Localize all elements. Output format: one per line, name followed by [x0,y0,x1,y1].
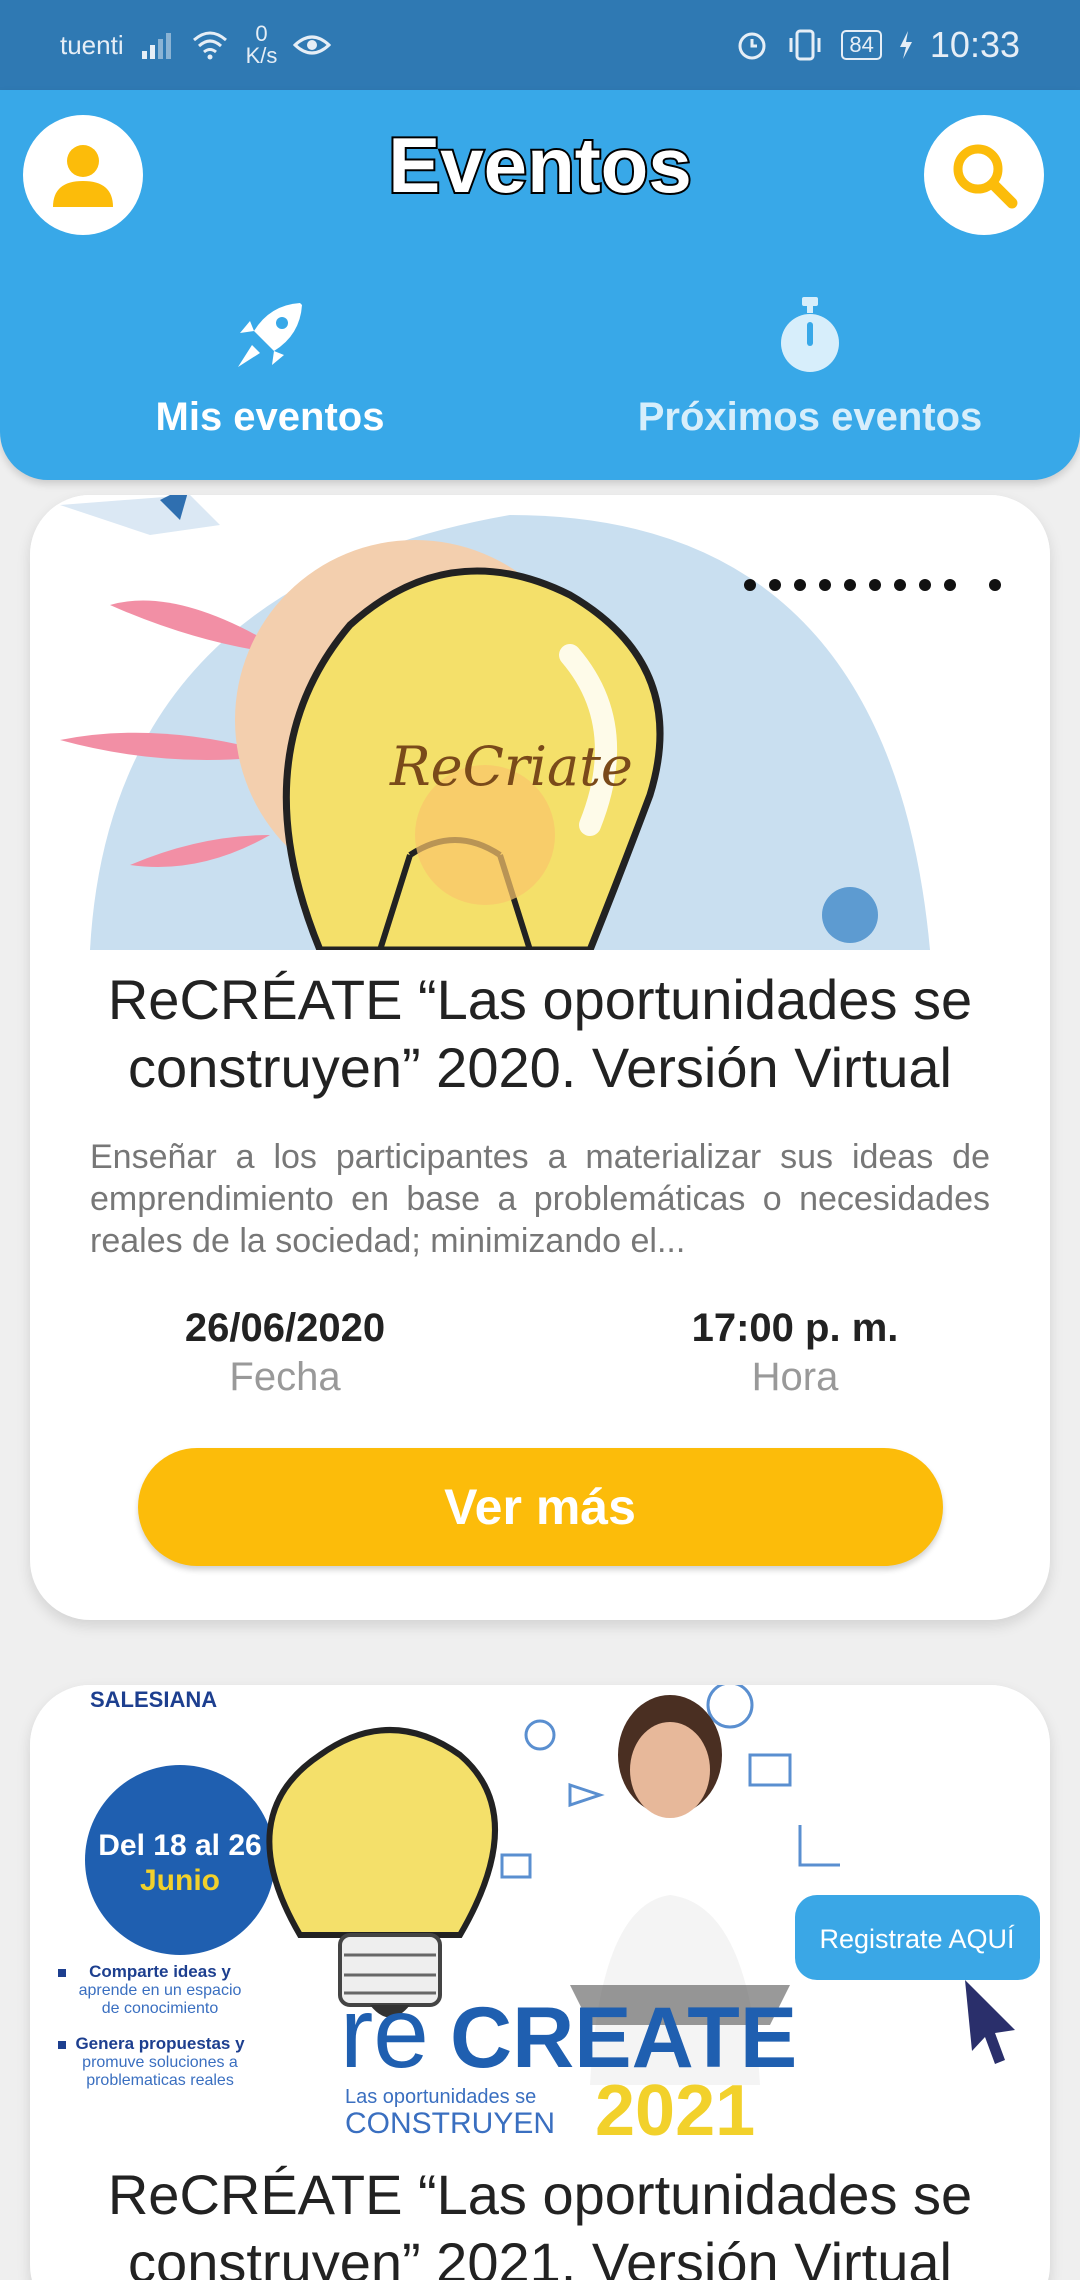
event-image-logo-text: ReCriate [389,735,633,798]
event-image-dates: Del 18 al 26 [98,1829,261,1862]
event-image-tagline-b: CONSTRUYEN [345,2107,555,2140]
event-image: SALESIANA Del 18 al 26 Junio Comparte id… [30,1685,1050,2145]
alarm-icon [738,32,766,60]
event-image-cta: Registrate AQUÍ [819,1924,1015,1954]
tab-mis-eventos[interactable]: Mis eventos [70,285,470,440]
network-speed-value: 0 [255,21,268,46]
event-image-bullet-1b: aprende en un espacio [79,1982,242,1999]
event-image-org-text: SALESIANA [90,1687,217,1712]
status-left: tuenti 0 K/s [60,23,332,67]
event-image-brand-light: re [340,1977,429,2089]
event-image-tagline-a: Las oportunidades se [345,2086,536,2108]
app-header: Eventos Mis eventos Próximos eventos [0,90,1080,480]
vibrate-icon [789,29,821,61]
event-date-value: 26/06/2020 [184,1306,386,1350]
carrier-name: tuenti [60,29,124,60]
clock: 10:33 [929,24,1020,65]
event-image-bullet-2c: problematicas reales [86,2072,234,2089]
event-image-bullet-2b: promuve soluciones a [82,2054,238,2071]
event-date-label: Fecha [229,1355,341,1399]
eye-icon [293,35,332,55]
event-description: Enseñar a los participantes a materializ… [90,1138,990,1260]
wifi-icon [192,31,227,60]
event-card[interactable]: ReCriate ReCRÉATE “Las oportunidades se … [30,495,1050,1620]
tab-proximos-eventos[interactable]: Próximos eventos [610,285,1010,440]
tab-proximos-eventos-label: Próximos eventos [637,395,983,439]
event-title: ReCRÉATE “Las oportunidades se construye… [107,968,973,1099]
event-image: ReCriate [30,495,1050,950]
network-speed: 0 K/s [246,23,278,67]
search-icon [953,144,1018,209]
page-title: Eventos [386,119,693,211]
status-right: 84 10:33 [735,24,1020,66]
event-image-month: Junio [140,1864,220,1897]
event-image-bullet-1a: Comparte ideas y [89,1962,231,1981]
tab-mis-eventos-label: Mis eventos [155,395,385,439]
status-bar: tuenti 0 K/s 84 10:33 [0,0,1080,90]
network-speed-unit: K/s [245,43,278,68]
event-image-bullet-2a: Genera propuestas y [75,2034,245,2053]
event-time-value: 17:00 p. m. [691,1306,899,1350]
event-time-label: Hora [751,1355,839,1399]
event-meta: 26/06/2020 Fecha 17:00 p. m. Hora [30,1306,1050,1400]
event-title: ReCRÉATE “Las oportunidades se construye… [107,2163,973,2280]
search-button[interactable] [924,115,1044,235]
rocket-icon [238,303,302,367]
event-image-art: SALESIANA Del 18 al 26 Junio Comparte id… [30,1685,1050,2145]
battery-level: 84 [841,30,882,60]
ver-mas-button[interactable]: Ver más [137,1448,943,1566]
event-card[interactable]: SALESIANA Del 18 al 26 Junio Comparte id… [30,1685,1050,2280]
event-image-year: 2021 [595,2071,755,2145]
event-date: 26/06/2020 Fecha [30,1306,540,1400]
stopwatch-icon [781,297,839,372]
event-image-art: ReCriate [30,495,1050,950]
charging-icon [899,31,912,59]
event-time: 17:00 p. m. Hora [540,1306,1050,1400]
event-image-bullet-1c: de conocimiento [102,2000,219,2017]
signal-icon [141,33,171,59]
